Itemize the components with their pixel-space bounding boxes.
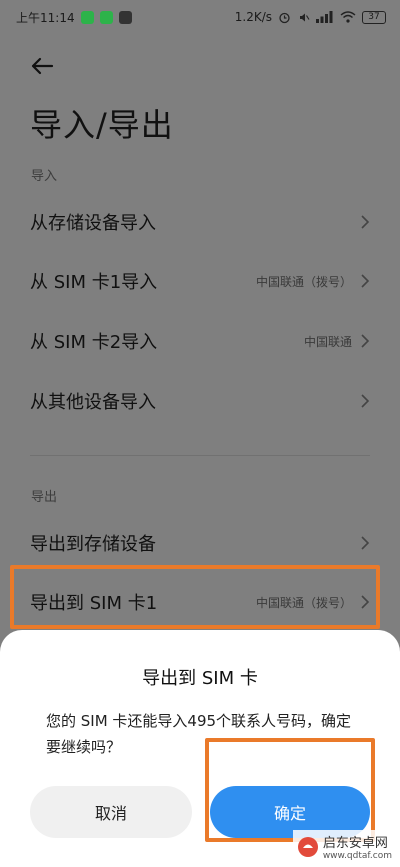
status-time: 上午11:14: [16, 10, 75, 25]
chevron-right-icon: [361, 394, 370, 408]
section-divider: [30, 455, 370, 456]
back-arrow-icon: [31, 57, 54, 75]
cancel-button-label: 取消: [94, 804, 127, 823]
export-section-label: 导出: [31, 490, 58, 505]
watermark-name: 启东安卓网: [322, 836, 388, 851]
app-icon: [118, 10, 132, 24]
dialog-title: 导出到 SIM 卡: [142, 668, 258, 689]
export-to-storage-row[interactable]: 导出到存储设备: [0, 514, 400, 572]
row-right: 中国联通（拨号）: [256, 273, 370, 290]
import-section-label: 导入: [31, 169, 58, 184]
android-logo-icon: [297, 836, 318, 857]
wechat-icon: [99, 10, 113, 24]
watermark: 启东安卓网 www.qdtaf.com: [292, 830, 396, 863]
row-right: [352, 214, 370, 230]
status-bar: 上午11:14 1.2K/s 37: [0, 0, 400, 34]
row-right: [352, 535, 370, 551]
battery-level: 37: [368, 11, 380, 22]
row-value: 中国联通: [303, 334, 352, 349]
page-title: 导入/导出: [30, 106, 174, 144]
battery-icon: 37: [362, 10, 386, 24]
row-right: 中国联通: [304, 333, 370, 350]
signal-icon: [316, 11, 333, 23]
row-label: 导出到存储设备: [30, 534, 156, 555]
import-from-sim1-row[interactable]: 从 SIM 卡1导入 中国联通（拨号）: [0, 252, 400, 310]
row-label: 从存储设备导入: [30, 213, 156, 234]
annotation-highlight-box: [10, 565, 380, 629]
import-from-other-device-row[interactable]: 从其他设备导入: [0, 372, 400, 430]
status-right: 1.2K/s 37: [235, 10, 386, 24]
row-label: 从 SIM 卡2导入: [30, 332, 158, 353]
cancel-button[interactable]: 取消: [30, 786, 192, 838]
back-button[interactable]: [26, 50, 58, 82]
alarm-icon: [279, 12, 290, 23]
row-right: [352, 393, 370, 409]
chevron-right-icon: [361, 334, 370, 348]
wifi-icon: [340, 11, 356, 23]
watermark-url: www.qdtaf.com: [322, 851, 392, 861]
chevron-right-icon: [361, 215, 370, 229]
status-left: 上午11:14: [16, 9, 132, 26]
chevron-right-icon: [361, 536, 370, 550]
import-from-sim2-row[interactable]: 从 SIM 卡2导入 中国联通: [0, 312, 400, 370]
network-speed: 1.2K/s: [234, 10, 272, 24]
mute-icon: [300, 13, 310, 21]
chevron-right-icon: [361, 274, 370, 288]
import-from-storage-row[interactable]: 从存储设备导入: [0, 193, 400, 251]
annotation-highlight-box: [205, 738, 375, 842]
row-label: 从其他设备导入: [30, 392, 156, 413]
row-value: 中国联通（拨号）: [255, 274, 352, 289]
row-label: 从 SIM 卡1导入: [30, 272, 158, 293]
wechat-icon: [80, 10, 94, 24]
